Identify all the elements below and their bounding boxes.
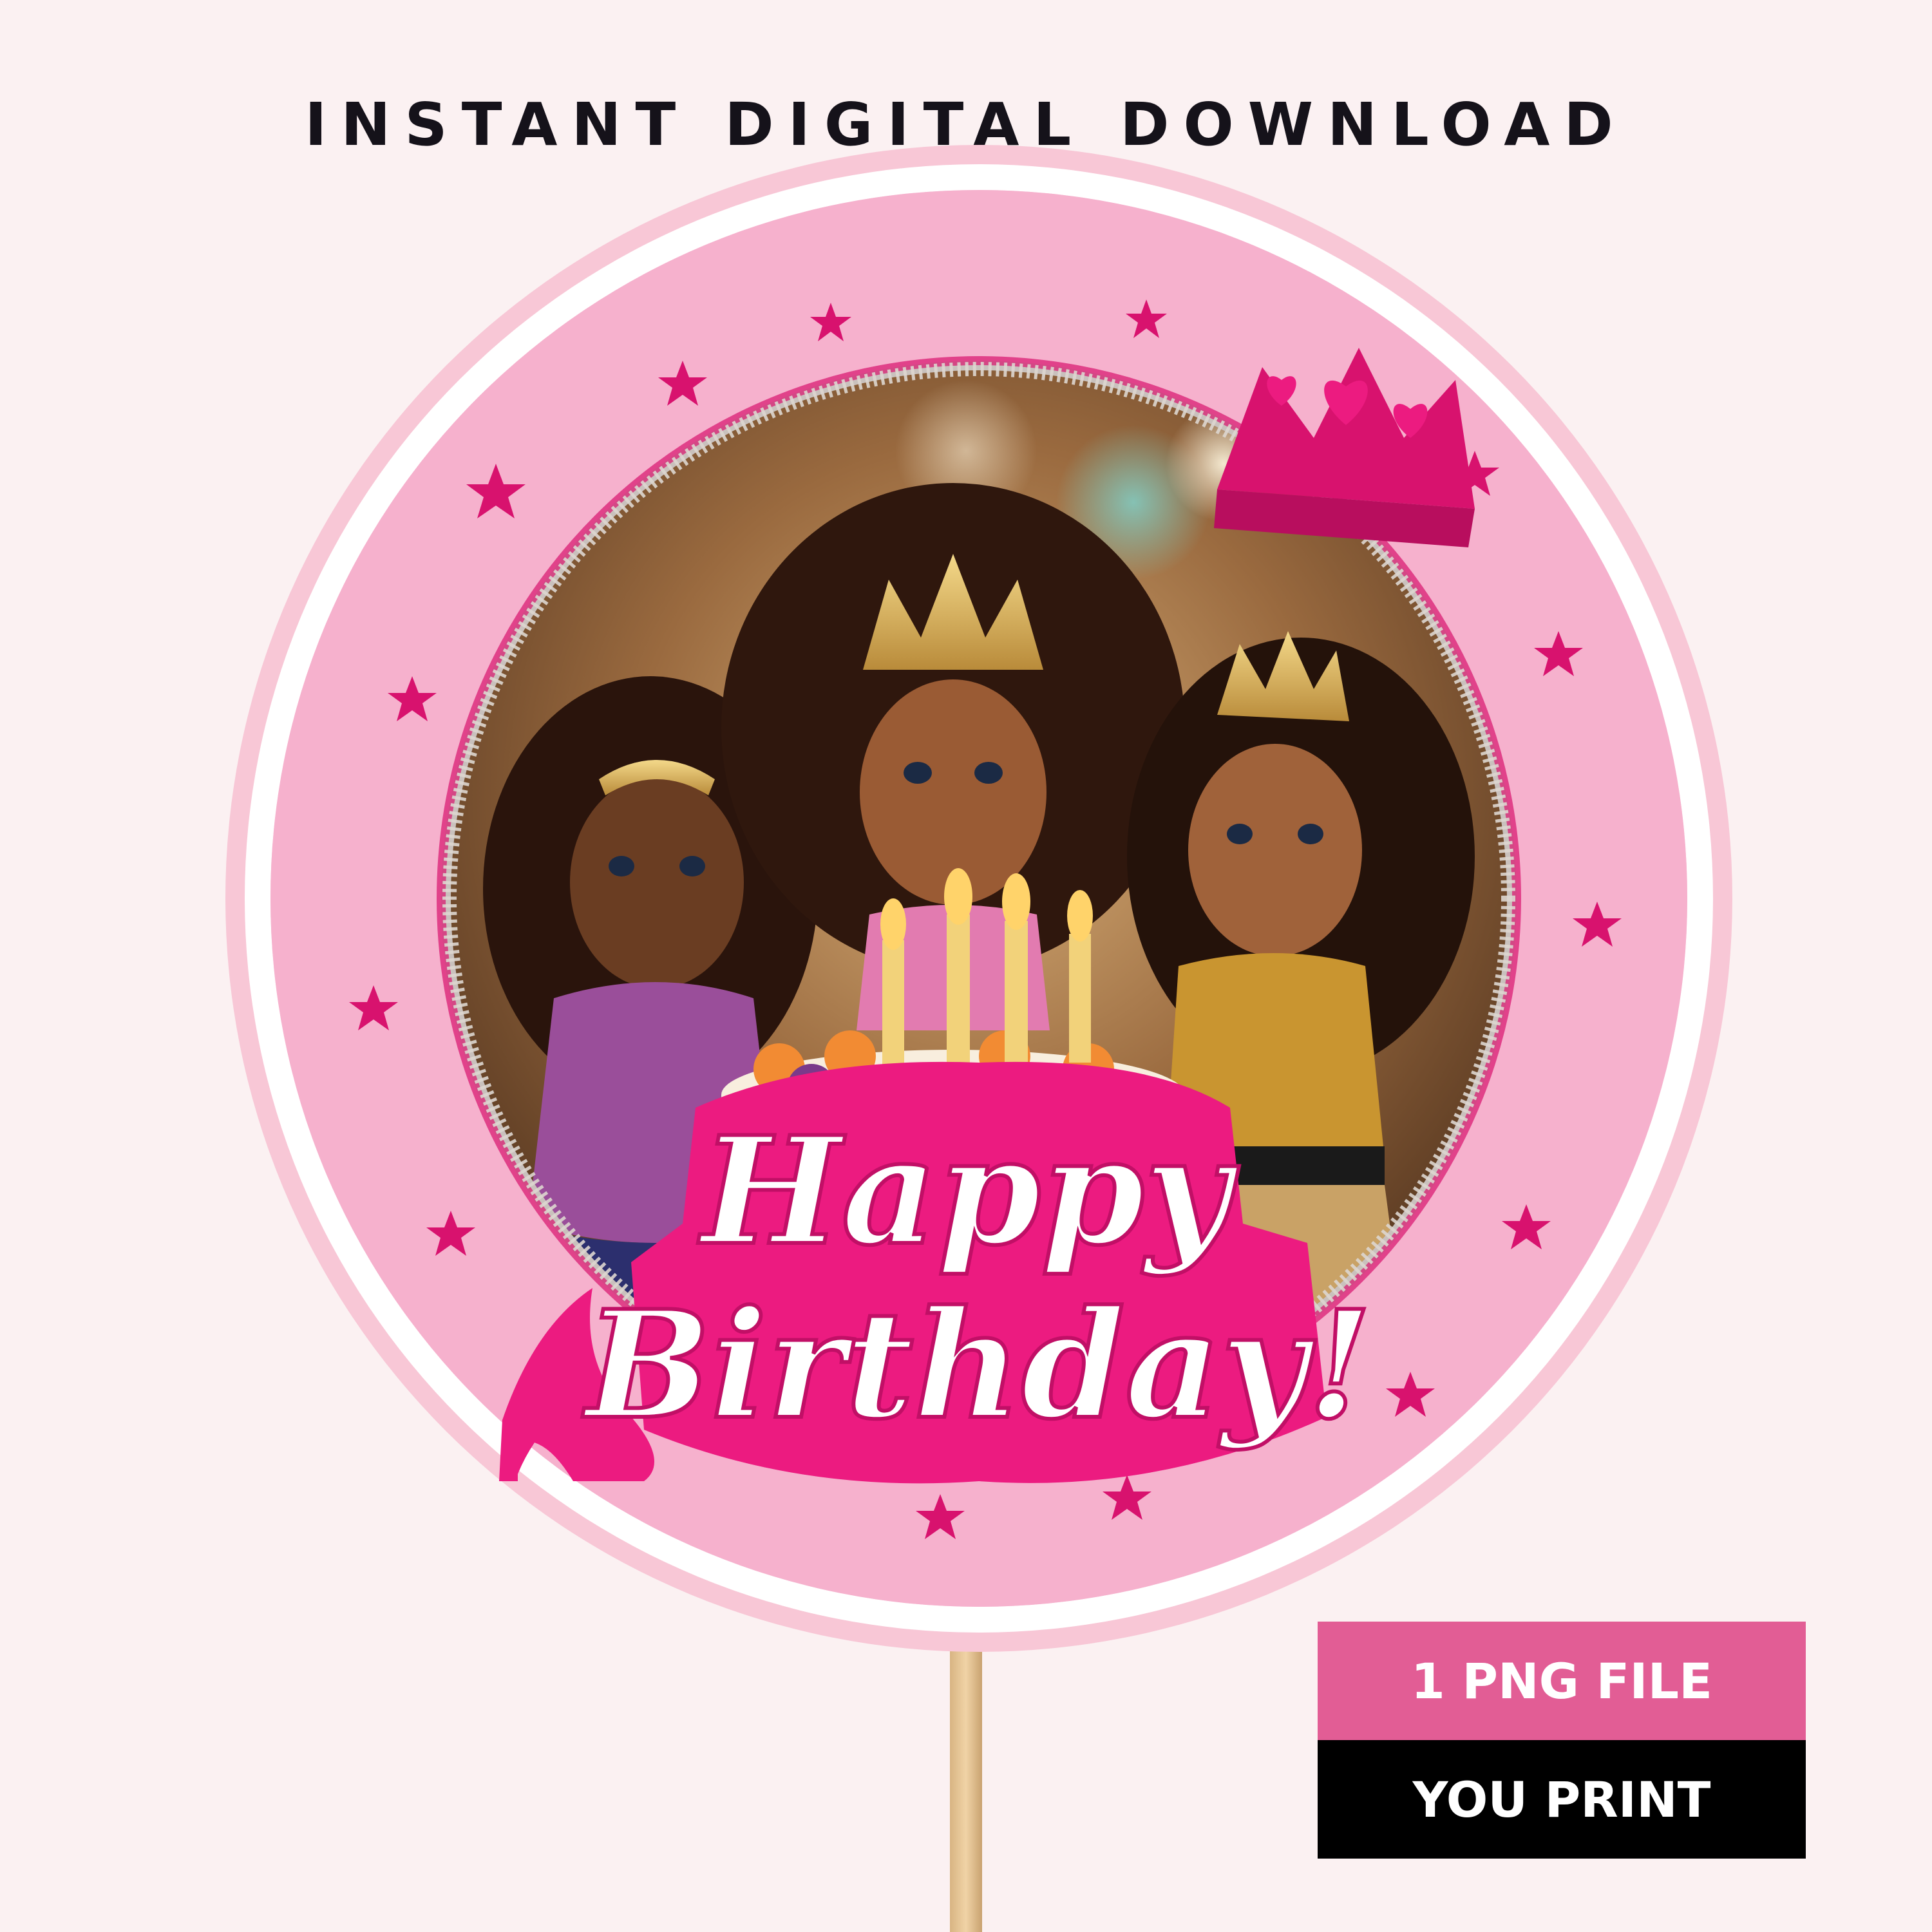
greeting-birthday: Birthday!	[582, 1278, 1372, 1452]
greeting-happy: Happy	[697, 1104, 1239, 1278]
file-count-badge: 1 PNG FILE	[1318, 1622, 1806, 1740]
you-print-badge: YOU PRINT	[1318, 1740, 1806, 1859]
